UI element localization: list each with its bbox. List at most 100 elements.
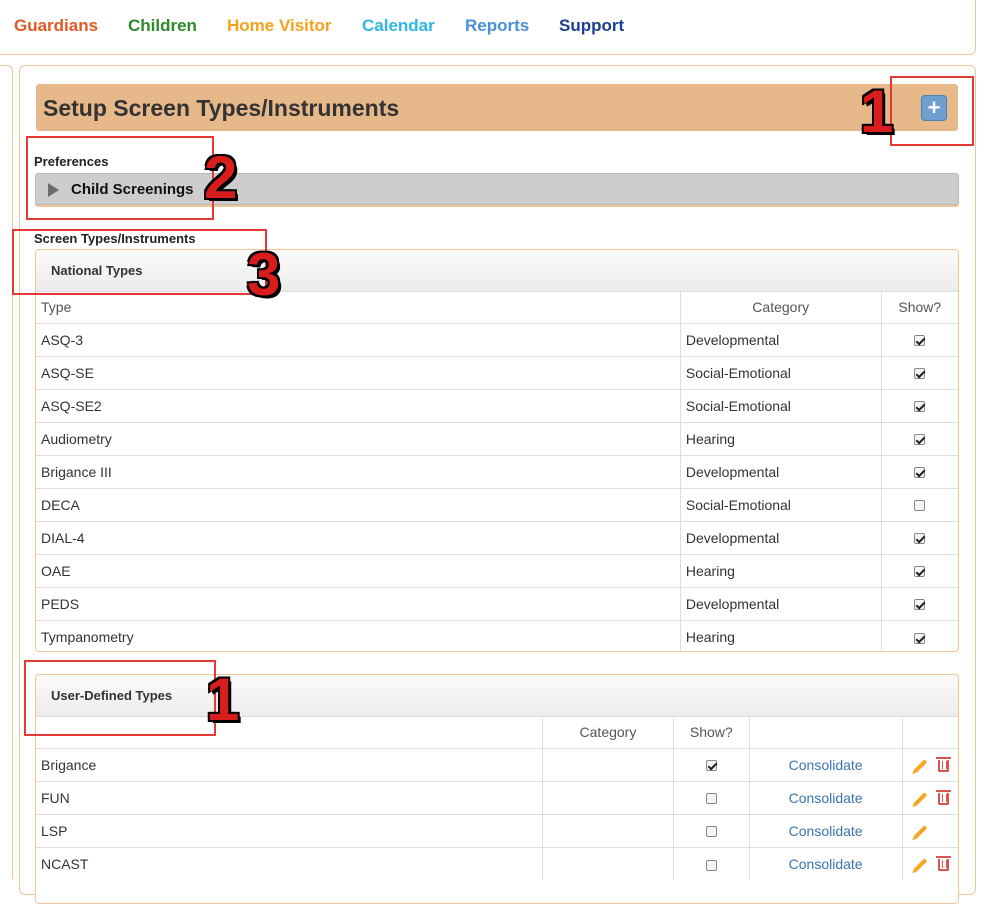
nav-children[interactable]: Children [128,16,197,36]
table-row: FUN Consolidate [36,780,958,814]
edit-delete-cell [902,813,958,847]
table-row: Brigance Consolidate [36,747,958,781]
show-cell [881,421,958,455]
column-header-type: Type [36,292,681,324]
action-cell: Consolidate [749,747,903,781]
show-checkbox[interactable] [705,793,717,805]
table-row: Brigance III Developmental [36,454,958,488]
top-navigation: Guardians Children Home Visitor Calendar… [0,0,976,55]
edit-delete-cell [902,747,958,781]
pencil-icon[interactable] [913,858,927,872]
annotation-box [890,76,974,146]
type-cell: Tympanometry [36,619,681,651]
nav-support[interactable]: Support [559,16,624,36]
show-cell [881,520,958,554]
show-cell [881,586,958,620]
show-checkbox[interactable] [914,632,926,644]
pencil-icon[interactable] [913,792,927,806]
type-cell: ASQ-3 [36,322,681,356]
show-checkbox[interactable] [914,533,926,545]
category-cell: Developmental [680,586,882,620]
show-checkbox[interactable] [914,434,926,446]
show-cell [673,747,750,781]
table-row: DECA Social-Emotional [36,487,958,521]
show-checkbox[interactable] [914,467,926,479]
type-cell: DECA [36,487,681,521]
edit-delete-cell [902,846,958,880]
show-checkbox[interactable] [914,566,926,578]
show-cell [881,487,958,521]
category-cell [542,780,674,814]
show-checkbox[interactable] [705,760,717,772]
edit-delete-cell [902,780,958,814]
show-cell [673,846,750,880]
action-cell: Consolidate [749,846,903,880]
table-row: OAE Hearing [36,553,958,587]
column-header-action [749,717,903,749]
category-cell: Social-Emotional [680,487,882,521]
consolidate-link[interactable]: Consolidate [789,757,863,773]
page-title: Setup Screen Types/Instruments [43,95,400,121]
annotation-box [26,136,214,220]
left-sidebar-panel [0,65,13,879]
annotation-number: 1 [860,78,894,145]
nav-guardians[interactable]: Guardians [14,16,98,36]
column-header-category: Category [680,292,882,324]
category-cell: Hearing [680,553,882,587]
table-row: ASQ-3 Developmental [36,322,958,356]
show-checkbox[interactable] [914,368,926,380]
trash-icon[interactable] [935,856,951,872]
consolidate-link[interactable]: Consolidate [789,856,863,872]
type-cell: ASQ-SE [36,355,681,389]
annotation-number: 1 [206,666,240,733]
category-cell [542,846,674,880]
type-cell: Audiometry [36,421,681,455]
table-row: ASQ-SE Social-Emotional [36,355,958,389]
table-row: LSP Consolidate [36,813,958,847]
trash-icon[interactable] [935,756,951,772]
nav-home-visitor[interactable]: Home Visitor [227,16,332,36]
trash-icon[interactable] [935,789,951,805]
category-cell [542,813,674,847]
type-cell: FUN [36,780,544,814]
category-cell: Hearing [680,421,882,455]
category-cell: Social-Emotional [680,388,882,422]
pencil-icon[interactable] [913,825,927,839]
table-row: Audiometry Hearing [36,421,958,455]
type-cell: NCAST [36,846,544,880]
table-row: DIAL-4 Developmental [36,520,958,554]
category-cell: Developmental [680,322,882,356]
pencil-icon[interactable] [913,759,927,773]
consolidate-link[interactable]: Consolidate [789,823,863,839]
show-checkbox[interactable] [705,826,717,838]
show-checkbox[interactable] [914,401,926,413]
action-cell: Consolidate [749,780,903,814]
nav-reports[interactable]: Reports [465,16,529,36]
category-cell: Developmental [680,454,882,488]
show-cell [881,388,958,422]
column-header-edit [902,717,958,749]
show-checkbox[interactable] [914,335,926,347]
page-header: Setup Screen Types/Instruments + [36,84,958,131]
show-cell [673,813,750,847]
nav-calendar[interactable]: Calendar [362,16,435,36]
show-checkbox[interactable] [914,599,926,611]
category-cell: Developmental [680,520,882,554]
table-row: PEDS Developmental [36,586,958,620]
show-checkbox[interactable] [705,859,717,871]
national-types-panel: National Types Type Category Show? ASQ-3… [35,249,959,652]
category-cell: Hearing [680,619,882,651]
type-cell: OAE [36,553,681,587]
type-cell: LSP [36,813,544,847]
category-cell: Social-Emotional [680,355,882,389]
type-cell: Brigance [36,747,544,781]
show-cell [881,619,958,651]
annotation-box [12,229,267,295]
show-checkbox[interactable] [914,500,926,512]
consolidate-link[interactable]: Consolidate [789,790,863,806]
show-cell [881,454,958,488]
type-cell: PEDS [36,586,681,620]
type-cell: Brigance III [36,454,681,488]
annotation-number: 2 [204,144,238,211]
annotation-box [24,660,216,736]
